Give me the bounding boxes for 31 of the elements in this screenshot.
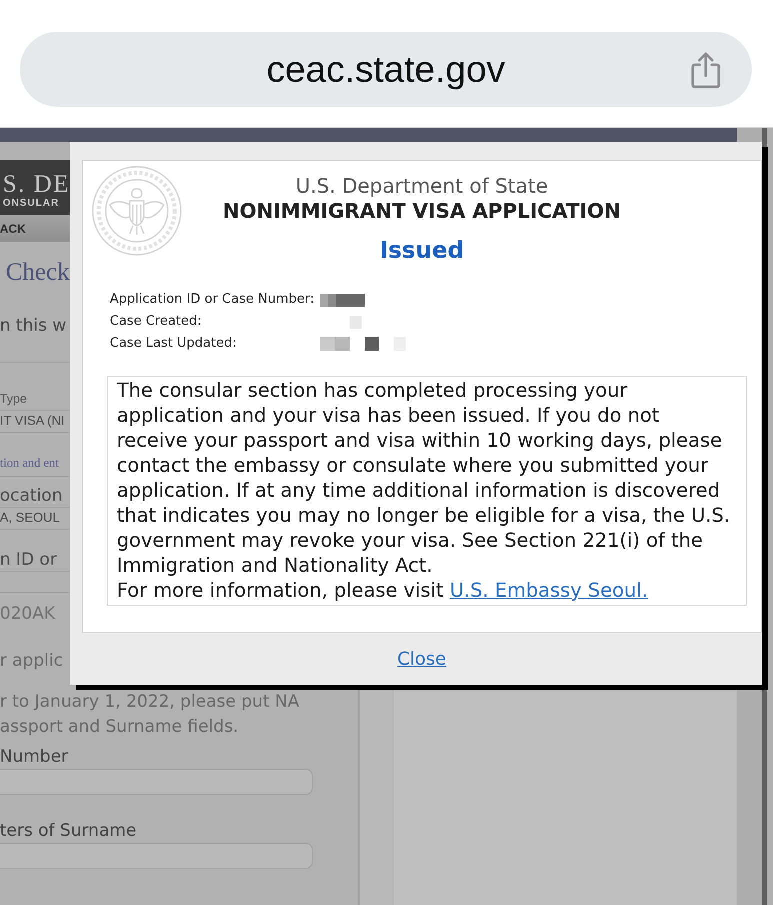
note-text: tion and ent xyxy=(0,456,60,470)
more-info-text: For more information, please visit U.S. Embassy Seoul. xyxy=(117,578,650,603)
help-text: r to January 1, 2022, please put NA xyxy=(0,691,300,714)
help-text: r applic xyxy=(0,650,64,673)
message-text: The consular section has completed processing your application and your visa has been issued. If you do not receive your passport and visa within 10 working days, please contact the embassy or consulate where you submitted your application. If at any time additional information is discovered that indicates you may no longer be eligible for a visa, the U.S. government may revoke your visa. See Section 221(i) of the Immigration and Nationality Act. xyxy=(117,378,732,578)
field-label: Number xyxy=(0,746,68,768)
section-label: n ID or xyxy=(0,549,58,571)
detail-label: Case Created: xyxy=(110,313,203,331)
field-label: ters of Surname xyxy=(0,820,137,842)
help-text: assport and Surname fields. xyxy=(0,716,239,739)
nav-link[interactable]: ACK xyxy=(0,222,26,236)
close-link[interactable]: Close xyxy=(397,649,447,671)
section-label: ocation xyxy=(0,485,63,507)
page-heading: Check xyxy=(5,258,70,288)
embassy-link[interactable]: U.S. Embassy Seoul. xyxy=(450,579,648,602)
detail-label: Application ID or Case Number: xyxy=(110,291,316,309)
dialog-title: NONIMMIGRANT VISA APPLICATION xyxy=(223,199,621,223)
share-icon[interactable] xyxy=(690,50,722,88)
address-bar[interactable]: ceac.state.gov xyxy=(20,32,752,107)
banner-subtitle: ONSULAR xyxy=(3,198,60,210)
field-value: IT VISA (NI xyxy=(0,413,65,429)
status-text: Issued xyxy=(380,237,464,265)
banner-title: S. DE xyxy=(3,170,70,199)
field-label: Type xyxy=(0,391,28,407)
intro-text: n this w xyxy=(0,315,67,338)
input-field[interactable] xyxy=(0,769,313,795)
agency-title: U.S. Department of State xyxy=(296,174,548,198)
entry-text: 020AK xyxy=(0,603,56,625)
detail-label: Case Last Updated: xyxy=(110,335,238,353)
field-value: A, SEOUL xyxy=(0,510,60,526)
input-field[interactable] xyxy=(0,843,313,869)
